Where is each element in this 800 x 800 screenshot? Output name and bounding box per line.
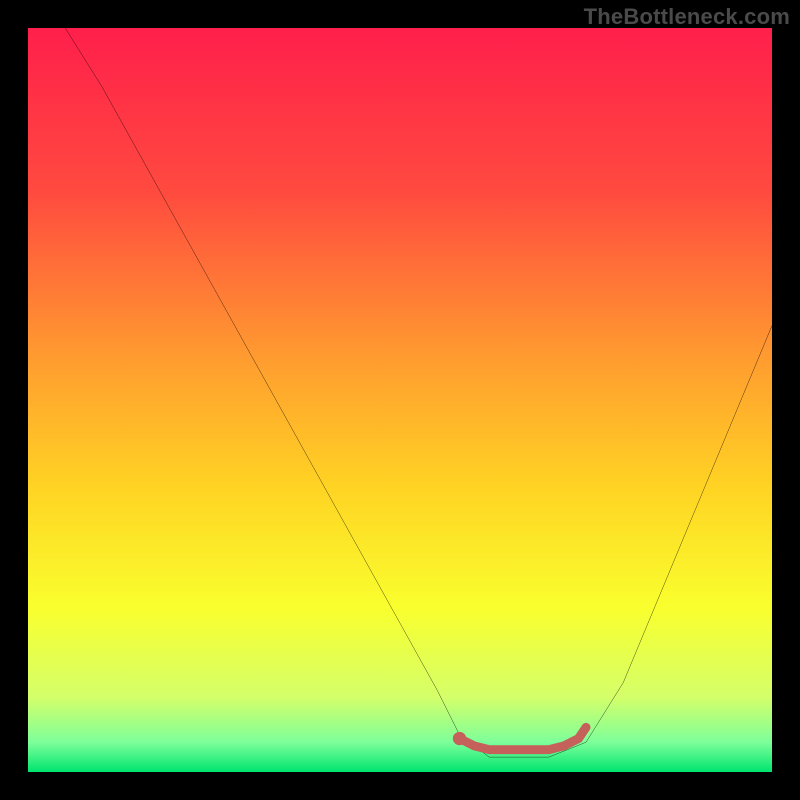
gradient-background [28,28,772,772]
chart-frame: TheBottleneck.com [0,0,800,800]
optimal-start-dot [453,732,466,745]
watermark-text: TheBottleneck.com [584,4,790,30]
plot-area [28,28,772,772]
plot-svg [28,28,772,772]
